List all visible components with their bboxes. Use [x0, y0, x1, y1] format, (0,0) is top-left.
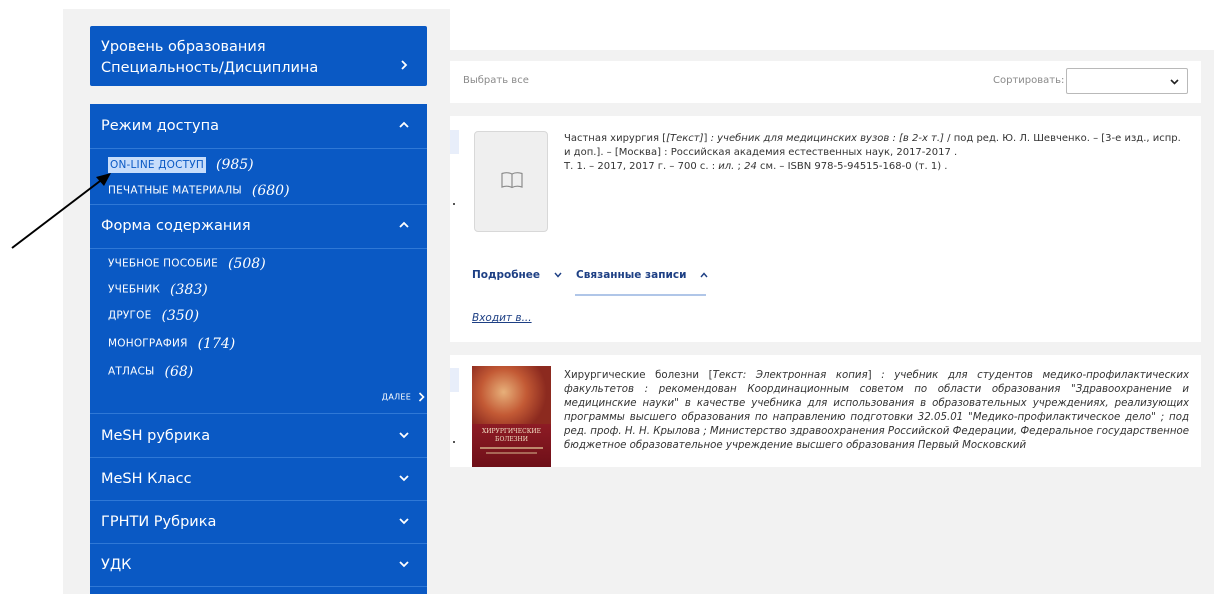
- chevron-down-icon: [554, 272, 562, 278]
- results-toolbar: Выбрать все Сортировать:: [450, 61, 1201, 103]
- details-label: Подробнее: [472, 269, 541, 281]
- marker-dot: [453, 203, 455, 205]
- record-title: Частная хирургия: [564, 133, 659, 144]
- record-type: [Текст]: [666, 133, 704, 144]
- divider: [90, 586, 427, 587]
- chevron-right-icon: [418, 392, 425, 402]
- record-separator: ;: [737, 161, 741, 172]
- filter-item-print[interactable]: ПЕЧАТНЫЕ МАТЕРИАЛЫ (680): [108, 180, 290, 200]
- filter-item-count: (68): [164, 363, 194, 380]
- cover-artwork: [472, 366, 551, 424]
- filter-item-atlases[interactable]: АТЛАСЫ (68): [108, 361, 193, 381]
- more-label: ДАЛЕЕ: [381, 392, 412, 402]
- section-access-mode[interactable]: Режим доступа: [90, 104, 427, 148]
- education-level-label: Уровень образования: [101, 39, 266, 55]
- filter-panel: Режим доступа ON-LINE ДОСТУП (985) ПЕЧАТН…: [90, 104, 427, 594]
- filter-item-label: УЧЕБНИК: [108, 283, 161, 296]
- section-title: Режим доступа: [101, 118, 219, 134]
- details-link[interactable]: Подробнее: [472, 269, 562, 281]
- record-type: Текст: Электронная копия: [712, 370, 868, 381]
- record-title: Хирургические болезни: [564, 370, 700, 381]
- sort-select[interactable]: [1066, 68, 1188, 94]
- related-records-tab[interactable]: Связанные записи: [576, 269, 708, 281]
- chevron-up-icon: [399, 220, 409, 230]
- marker-dot: [453, 441, 455, 443]
- cover-stripe: [480, 447, 543, 449]
- filter-item-label: ПЕЧАТНЫЕ МАТЕРИАЛЫ: [108, 184, 242, 197]
- related-label: Связанные записи: [576, 269, 687, 281]
- section-content-form[interactable]: Форма содержания: [90, 204, 427, 248]
- active-tab-underline: [575, 294, 706, 296]
- included-in-link[interactable]: Входит в...: [472, 312, 532, 324]
- record-description: Хирургические болезни [Текст: Электронна…: [564, 370, 1189, 451]
- select-all-link[interactable]: Выбрать все: [463, 75, 529, 86]
- chevron-down-icon: [399, 430, 409, 440]
- chevron-right-icon: [399, 60, 409, 70]
- record-card: Частная хирургия [[Текст]] : учебник для…: [450, 116, 1201, 342]
- record-size: 24: [744, 161, 757, 172]
- chevron-down-icon: [1170, 79, 1179, 85]
- cover-stripe: [486, 452, 537, 454]
- page: Уровень образования Специальность/Дисцип…: [0, 0, 1214, 594]
- chevron-down-icon: [399, 516, 409, 526]
- section-mesh-class[interactable]: MeSH Класс: [90, 457, 427, 501]
- record-card: ХИРУРГИЧЕСКИЕ БОЛЕЗНИ Хирургические боле…: [450, 355, 1201, 467]
- chevron-down-icon: [399, 473, 409, 483]
- filter-item-textbook-aid[interactable]: УЧЕБНОЕ ПОСОБИЕ (508): [108, 253, 266, 273]
- filter-item-other[interactable]: ДРУГОЕ (350): [108, 305, 199, 325]
- filter-item-label: ON-LINE ДОСТУП: [108, 156, 206, 173]
- section-title: MeSH Класс: [101, 471, 192, 487]
- section-udk[interactable]: УДК: [90, 543, 427, 587]
- book-icon: [501, 172, 523, 189]
- section-title: ГРНТИ Рубрика: [101, 514, 217, 530]
- book-cover-image[interactable]: ХИРУРГИЧЕСКИЕ БОЛЕЗНИ: [472, 366, 551, 467]
- record-isbn: см. – ISBN 978-5-94515-168-0 (т. 1) .: [760, 161, 948, 172]
- book-cover-placeholder[interactable]: [474, 131, 548, 232]
- record-subtitle: : учебник для медицинских вузов : [в 2-х…: [710, 133, 944, 144]
- education-level-filter[interactable]: Уровень образования Специальность/Дисцип…: [90, 26, 427, 86]
- section-grnti[interactable]: ГРНТИ Рубрика: [90, 500, 427, 544]
- record-volume: Т. 1. – 2017, 2017 г. – 700 с. :: [564, 161, 716, 172]
- divider: [90, 248, 427, 249]
- chevron-up-icon: [700, 272, 708, 278]
- chevron-up-icon: [399, 120, 409, 130]
- filter-item-label: УЧЕБНОЕ ПОСОБИЕ: [108, 257, 219, 270]
- cover-title: ХИРУРГИЧЕСКИЕ БОЛЕЗНИ: [482, 428, 541, 443]
- record-description: Частная хирургия [[Текст]] : учебник для…: [564, 133, 1181, 172]
- section-title: Форма содержания: [101, 218, 251, 234]
- section-title: УДК: [101, 557, 132, 573]
- more-link[interactable]: ДАЛЕЕ: [382, 392, 425, 402]
- filter-item-count: (508): [228, 255, 266, 272]
- filter-item-count: (985): [216, 156, 254, 173]
- record-illustrations: ил.: [718, 161, 735, 172]
- card-tab: [450, 368, 459, 392]
- section-title: MeSH рубрика: [101, 428, 211, 444]
- section-mesh-heading[interactable]: MeSH рубрика: [90, 414, 427, 458]
- filter-item-online[interactable]: ON-LINE ДОСТУП (985): [108, 154, 254, 174]
- chevron-down-icon: [399, 559, 409, 569]
- filter-item-monograph[interactable]: МОНОГРАФИЯ (174): [108, 333, 235, 353]
- filter-item-count: (350): [161, 307, 200, 324]
- filter-item-label: ДРУГОЕ: [108, 309, 152, 322]
- filter-item-count: (383): [170, 281, 208, 298]
- sort-label: Сортировать:: [993, 75, 1065, 86]
- filter-item-count: (680): [251, 182, 290, 199]
- filter-item-label: МОНОГРАФИЯ: [108, 337, 188, 350]
- filter-item-count: (174): [197, 335, 236, 352]
- divider: [90, 148, 427, 149]
- specialty-label: Специальность/Дисциплина: [101, 60, 319, 76]
- filter-item-textbook[interactable]: УЧЕБНИК (383): [108, 279, 208, 299]
- filter-item-label: АТЛАСЫ: [108, 365, 155, 378]
- card-tab: [450, 130, 459, 154]
